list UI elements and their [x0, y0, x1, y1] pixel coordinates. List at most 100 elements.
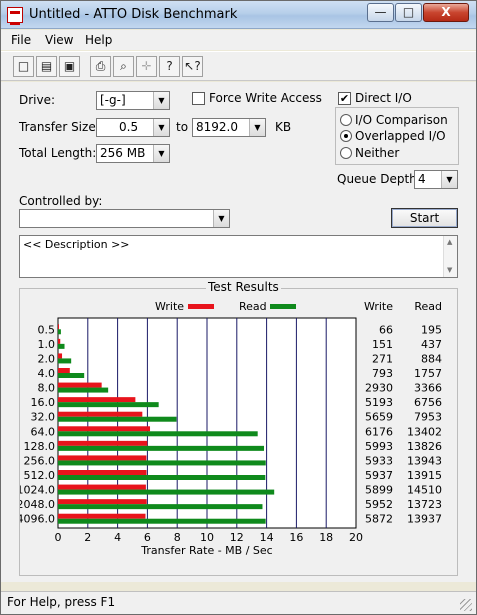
context-help-icon[interactable]: ↖?: [182, 56, 203, 77]
read-bar: [58, 445, 265, 451]
settings-form: Drive: [-g-] ▼ Force Write Access ✔ Dire…: [1, 82, 476, 582]
write-value: 2930: [365, 382, 393, 395]
io-comparison-radio[interactable]: [340, 114, 352, 126]
description-box[interactable]: << Description >> ▲ ▼: [19, 235, 458, 278]
maximize-button[interactable]: □: [395, 3, 422, 22]
controlled-by-select[interactable]: ▼: [19, 209, 230, 228]
scroll-down-icon[interactable]: ▼: [447, 266, 452, 274]
chevron-down-icon[interactable]: ▼: [153, 92, 169, 109]
overlapped-io-label[interactable]: Overlapped I/O: [355, 129, 446, 143]
write-value: 5659: [365, 411, 393, 424]
move-icon[interactable]: ✛: [136, 56, 157, 77]
read-bar: [58, 373, 85, 378]
read-value: 437: [421, 338, 442, 351]
chevron-down-icon[interactable]: ▼: [441, 171, 457, 188]
app-window: Untitled - ATTO Disk Benchmark — □ X Fil…: [0, 0, 477, 615]
chevron-down-icon[interactable]: ▼: [153, 145, 169, 162]
read-bar: [58, 489, 275, 495]
write-value: 151: [372, 338, 393, 351]
to-label: to: [176, 120, 189, 134]
read-value: 195: [421, 323, 442, 336]
open-icon[interactable]: ▤: [36, 56, 57, 77]
save-icon[interactable]: ▣: [59, 56, 80, 77]
kb-label: KB: [275, 120, 292, 134]
overlapped-io-radio[interactable]: [340, 130, 352, 142]
total-length-select[interactable]: 256 MB ▼: [96, 144, 170, 163]
x-tick-label: 6: [144, 531, 151, 544]
drive-value: [-g-]: [100, 93, 126, 107]
total-length-value: 256 MB: [100, 146, 146, 160]
resize-grip-icon[interactable]: [460, 599, 472, 611]
print-icon[interactable]: ⎙: [90, 56, 111, 77]
menu-view[interactable]: View: [45, 33, 73, 47]
menu-help[interactable]: Help: [85, 33, 112, 47]
direct-io-label[interactable]: Direct I/O: [355, 91, 412, 105]
atto-app-icon[interactable]: [7, 7, 23, 25]
force-write-checkbox[interactable]: [192, 92, 205, 105]
write-value: 5899: [365, 484, 393, 497]
write-bar: [58, 382, 102, 388]
y-tick-label: 1024.0: [20, 484, 55, 497]
read-value: 13943: [407, 454, 442, 467]
neither-radio[interactable]: [340, 147, 352, 159]
queue-depth-label: Queue Depth:: [337, 172, 421, 186]
total-length-label: Total Length:: [19, 146, 97, 160]
read-bar: [58, 358, 72, 364]
queue-depth-value: 4: [418, 172, 426, 186]
read-value: 884: [421, 352, 442, 365]
write-value: 5933: [365, 454, 393, 467]
y-tick-label: 256.0: [24, 454, 56, 467]
write-bar: [58, 484, 146, 490]
read-bar: [58, 416, 177, 422]
read-value: 3366: [414, 382, 442, 395]
y-tick-label: 32.0: [31, 411, 56, 424]
chevron-down-icon[interactable]: ▼: [249, 119, 265, 136]
start-button[interactable]: Start: [391, 208, 458, 228]
x-axis-label: Transfer Rate - MB / Sec: [140, 544, 272, 557]
queue-depth-select[interactable]: 4 ▼: [414, 170, 458, 189]
y-tick-label: 128.0: [24, 440, 56, 453]
read-value: 14510: [407, 484, 442, 497]
read-bar: [58, 431, 258, 437]
title-bar[interactable]: Untitled - ATTO Disk Benchmark — □ X: [1, 1, 476, 29]
legend-write-swatch: [188, 304, 214, 309]
write-bar: [58, 455, 147, 461]
transfer-to-select[interactable]: 8192.0 ▼: [192, 118, 266, 137]
y-tick-label: 1.0: [38, 338, 56, 351]
menu-file[interactable]: File: [11, 33, 31, 47]
x-tick-label: 8: [174, 531, 181, 544]
chevron-down-icon[interactable]: ▼: [153, 119, 169, 136]
read-value: 7953: [414, 411, 442, 424]
help-icon[interactable]: ?: [159, 56, 180, 77]
transfer-from-select[interactable]: 0.5 ▼: [96, 118, 170, 137]
close-button[interactable]: X: [423, 3, 469, 22]
minimize-button[interactable]: —: [367, 3, 394, 22]
description-scrollbar[interactable]: ▲ ▼: [443, 236, 457, 277]
direct-io-checkbox[interactable]: ✔: [338, 92, 351, 105]
io-comparison-label[interactable]: I/O Comparison: [355, 113, 448, 127]
legend-read-swatch: [270, 304, 296, 309]
neither-label[interactable]: Neither: [355, 146, 399, 160]
read-bar: [58, 402, 159, 408]
window-title: Untitled - ATTO Disk Benchmark: [29, 7, 238, 22]
transfer-rate-chart: 0 2 4 6 8 10 12 14 16 18 20 Transfer Rate - MB / Se…: [20, 300, 442, 557]
read-value: 13826: [407, 440, 442, 453]
new-icon[interactable]: □: [13, 56, 34, 77]
drive-select[interactable]: [-g-] ▼: [96, 91, 170, 110]
y-tick-label: 2.0: [38, 352, 56, 365]
x-tick-label: 10: [200, 531, 214, 544]
test-results-group: Test Results 0 2 4 6 8 10 12 14 16 18 20 Transfer R…: [19, 280, 458, 576]
x-tick-label: 14: [260, 531, 274, 544]
read-bar: [58, 518, 266, 524]
write-bar: [58, 513, 146, 519]
read-value: 6756: [414, 396, 442, 409]
controlled-by-label: Controlled by:: [19, 194, 103, 208]
write-bar: [58, 397, 136, 403]
chevron-down-icon[interactable]: ▼: [213, 210, 229, 227]
scroll-up-icon[interactable]: ▲: [447, 238, 452, 246]
force-write-label[interactable]: Force Write Access: [209, 91, 322, 105]
read-value: 13915: [407, 469, 442, 482]
transfer-size-label: Transfer Size:: [19, 120, 100, 134]
menu-bar: File View Help: [1, 30, 476, 50]
print-preview-icon[interactable]: ⌕: [113, 56, 134, 77]
